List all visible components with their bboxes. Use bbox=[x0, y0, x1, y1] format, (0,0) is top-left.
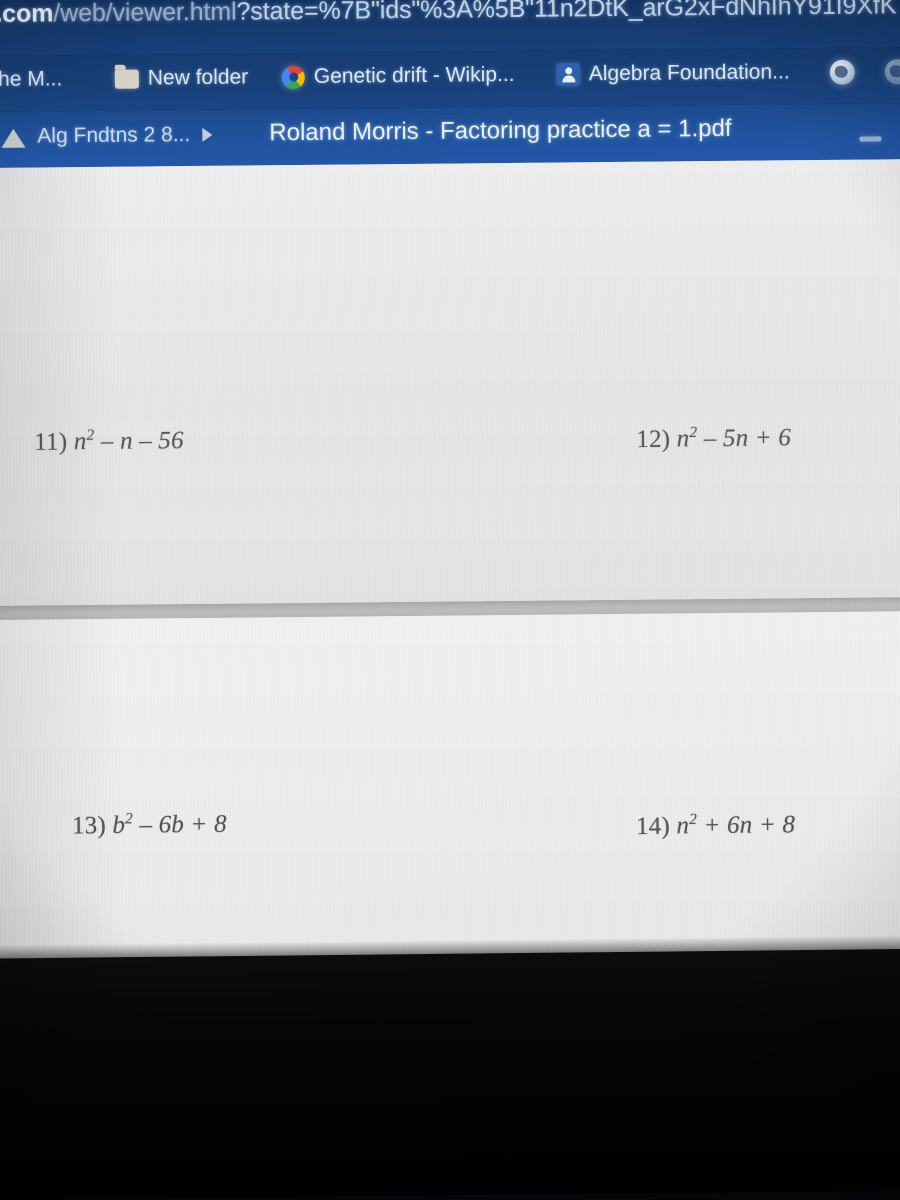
screen-content: q.com/web/viewer.html?state=%7B"ids"%3A%… bbox=[0, 0, 900, 1004]
folder-icon bbox=[114, 69, 139, 89]
url-domain: q.com bbox=[0, 0, 54, 29]
url-path: /web/viewer.html bbox=[53, 0, 237, 28]
globe-icon bbox=[884, 59, 900, 85]
bookmark-label: - The M... bbox=[0, 67, 63, 92]
url-text[interactable]: q.com/web/viewer.html?state=%7B"ids"%3A%… bbox=[0, 0, 896, 29]
problem-expression: n2 + 6n + 8 bbox=[676, 811, 796, 840]
problem-number: 11) bbox=[34, 428, 68, 456]
drive-folder-name[interactable]: Alg Fndtns 2 8... bbox=[37, 123, 190, 148]
bookmark-item-new-folder[interactable]: New folder bbox=[114, 65, 249, 90]
problem-12: 12) n2 – 5n + 6 bbox=[636, 423, 791, 454]
monitor-photo: q.com/web/viewer.html?state=%7B"ids"%3A%… bbox=[0, 0, 900, 1200]
problem-11: 11) n2 – n – 56 bbox=[34, 426, 184, 457]
problem-expression: n2 – 5n + 6 bbox=[676, 424, 792, 453]
problem-13: 13) b2 – 6b + 8 bbox=[72, 810, 227, 841]
pdf-viewer-toolbar: Alg Fndtns 2 8... Roland Morris - Factor… bbox=[0, 103, 900, 168]
problem-number: 13) bbox=[71, 812, 107, 840]
drive-breadcrumb[interactable]: Alg Fndtns 2 8... bbox=[1, 123, 213, 149]
problem-number: 14) bbox=[635, 812, 671, 841]
pdf-document-viewport[interactable]: 11) n2 – n – 56 12) n2 – 5n + 6 - 1 - 13… bbox=[0, 159, 900, 1004]
google-drive-icon bbox=[1, 126, 25, 147]
bookmark-label: Genetic drift - Wikip... bbox=[313, 62, 515, 88]
problem-14: 14) n2 + 6n + 8 bbox=[636, 810, 795, 841]
person-icon bbox=[556, 63, 580, 86]
bookmark-item-genetic-drift[interactable]: Genetic drift - Wikip... bbox=[281, 62, 515, 89]
globe-icon bbox=[829, 59, 855, 85]
bookmark-item-the-m[interactable]: - The M... bbox=[0, 67, 62, 92]
bookmark-item-globe-1[interactable] bbox=[829, 59, 855, 85]
google-icon bbox=[281, 65, 305, 89]
minimize-icon[interactable] bbox=[859, 136, 882, 142]
pdf-page-1: 11) n2 – n – 56 12) n2 – 5n + 6 - 1 - bbox=[0, 159, 900, 735]
bookmark-label: New folder bbox=[147, 65, 249, 90]
bookmark-item-algebra-foundation[interactable]: Algebra Foundation... bbox=[556, 60, 790, 86]
pdf-file-title: Roland Morris - Factoring practice a = 1… bbox=[269, 114, 732, 147]
bookmarks-bar: - The M... New folder Genetic drift - Wi… bbox=[0, 47, 900, 112]
url-query: ?state=%7B"ids"%3A%5B"11n2DtK_arG2xFdNhI… bbox=[236, 0, 897, 26]
problem-expression: b2 – 6b + 8 bbox=[112, 810, 227, 840]
bookmark-label: Algebra Foundation... bbox=[588, 60, 790, 86]
monitor-bezel bbox=[0, 948, 900, 1200]
problem-expression: n2 – n – 56 bbox=[73, 426, 184, 456]
chevron-right-icon[interactable] bbox=[202, 127, 213, 142]
problem-number: 12) bbox=[636, 425, 671, 454]
bookmark-item-globe-2[interactable] bbox=[884, 59, 900, 85]
